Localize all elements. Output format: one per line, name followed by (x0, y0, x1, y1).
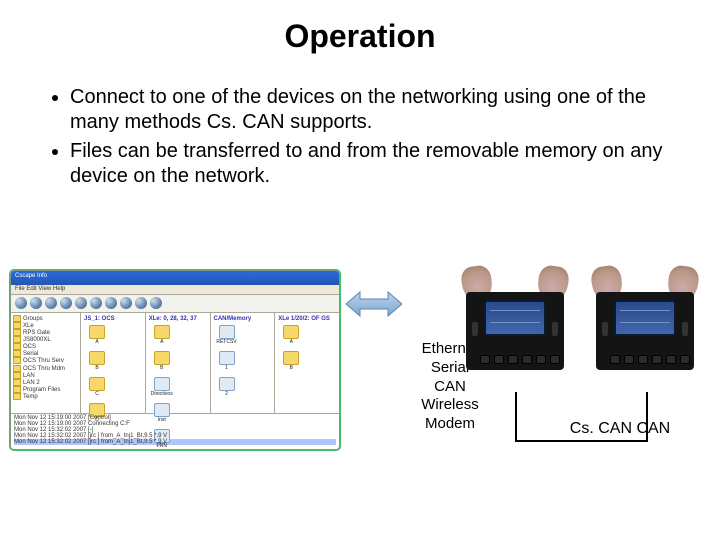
bullet-item: Connect to one of the devices on the net… (70, 85, 680, 135)
tree-item: LAN 2 (13, 379, 78, 386)
menubar: File Edit View Help (11, 285, 339, 295)
device-image (460, 270, 570, 372)
toolbar-button-icon (150, 297, 162, 309)
connector-line (515, 440, 648, 442)
toolbar-button-icon (30, 297, 42, 309)
toolbar-button-icon (105, 297, 117, 309)
double-arrow-icon (346, 290, 402, 318)
toolbar-button-icon (90, 297, 102, 309)
folder-tree: Groups XLe RPS Gate JS8000XL OCS Serial … (11, 313, 81, 413)
tree-item: LAN (13, 372, 78, 379)
bullet-item: Files can be transferred to and from the… (70, 139, 680, 189)
toolbar-button-icon (15, 297, 27, 309)
connection-method: Modem (410, 415, 490, 434)
toolbar (11, 295, 339, 313)
pane-header: CAN/Memory (214, 316, 272, 322)
connection-method: Wireless (410, 396, 490, 415)
toolbar-button-icon (120, 297, 132, 309)
tree-item: Serial (13, 350, 78, 357)
content-panes: JS_1: OCS A B C D XLe: 0, 28, 32, 37 A B… (81, 313, 339, 413)
tree-item: Temp (13, 393, 78, 400)
toolbar-button-icon (135, 297, 147, 309)
file-browser-window: Cscape Info File Edit View Help Groups X… (10, 270, 340, 450)
toolbar-button-icon (75, 297, 87, 309)
pane-header: XLe 1/20/2: OF GS (278, 316, 336, 322)
tree-item: OCS Thru Serv (13, 357, 78, 364)
window-titlebar: Cscape Info (11, 271, 339, 285)
tree-item: XLe (13, 322, 78, 329)
diagram: Cscape Info File Edit View Help Groups X… (10, 270, 710, 490)
connector-line (515, 392, 517, 442)
connection-method: CAN (410, 378, 490, 397)
toolbar-button-icon (45, 297, 57, 309)
tree-item: Program Files (13, 386, 78, 393)
tree-item: OCS (13, 343, 78, 350)
cscan-label: Cs. CAN CAN (550, 420, 690, 438)
tree-item: RPS Gate (13, 329, 78, 336)
tree-item: JS8000XL (13, 336, 78, 343)
bullet-list: Connect to one of the devices on the net… (0, 73, 720, 203)
tree-item: OCS Thru Mdm (13, 365, 78, 372)
page-title: Operation (0, 0, 720, 73)
device-image (590, 270, 700, 372)
tree-item: Groups (13, 315, 78, 322)
pane-header: XLe: 0, 28, 32, 37 (149, 316, 207, 322)
toolbar-button-icon (60, 297, 72, 309)
pane-header: JS_1: OCS (84, 316, 142, 322)
